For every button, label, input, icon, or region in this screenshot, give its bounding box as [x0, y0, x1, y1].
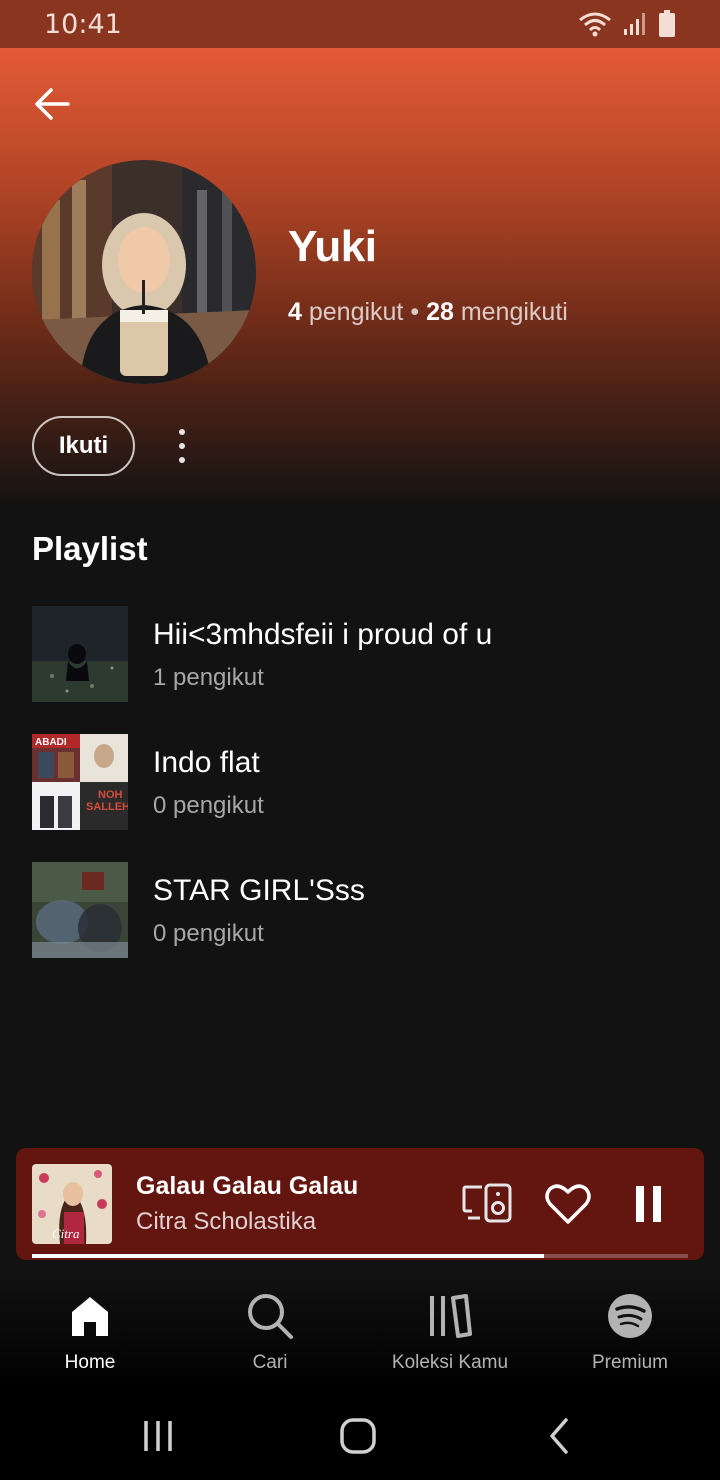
now-playing-artist: Citra Scholastika [136, 1208, 317, 1235]
like-button[interactable] [542, 1180, 594, 1228]
nav-label: Premium [591, 1352, 668, 1373]
playback-progress-bar [32, 1254, 688, 1258]
library-icon [426, 1292, 474, 1340]
home-system-button[interactable] [336, 1414, 380, 1458]
bottom-navigation: Home Cari Koleksi Kamu Premium [0, 1268, 720, 1392]
cover-text: Citra [52, 1226, 80, 1241]
follow-button[interactable]: Ikuti [32, 416, 135, 476]
home-icon [66, 1292, 114, 1340]
connect-device-button[interactable] [462, 1180, 514, 1228]
arrow-left-icon [35, 88, 70, 120]
playlist-title: Hii<3mhdsfeii i proud of u [153, 618, 493, 651]
svg-text:SALLEH: SALLEH [86, 801, 128, 813]
now-playing-title: Galau Galau Galau [136, 1172, 359, 1200]
more-options-button[interactable] [166, 424, 198, 468]
search-icon [246, 1292, 294, 1340]
playlist-item[interactable]: STAR GIRL'Sss 0 pengikut [32, 862, 688, 958]
chevron-left-icon [550, 1418, 568, 1454]
playlist-cover [32, 606, 128, 702]
battery-icon [659, 10, 675, 37]
signal-icon [624, 13, 645, 35]
section-title-playlist: Playlist [32, 530, 148, 567]
cover-text: NOH [98, 789, 123, 801]
more-dot-icon [179, 457, 185, 463]
profile-stats: 4 pengikut • 28 mengikuti [288, 298, 568, 327]
playlist-title: STAR GIRL'Sss [153, 874, 365, 907]
devices-icon [462, 1183, 512, 1223]
status-bar: 10:41 [0, 0, 720, 48]
following-label: mengikuti [460, 298, 568, 326]
followers-count: 4 [288, 298, 302, 326]
playlist-followers: 0 pengikut [153, 920, 264, 947]
home-circle-icon [340, 1418, 376, 1454]
playlist-title: Indo flat [153, 746, 260, 779]
spotify-icon [606, 1292, 654, 1340]
followers-label: pengikut [308, 298, 404, 326]
playlist-cover: ABADI NOH SALLEH [32, 734, 128, 830]
nav-home[interactable]: Home [0, 1268, 180, 1392]
pause-button[interactable] [624, 1180, 672, 1228]
playlist-item[interactable]: ABADI NOH SALLEH Indo flat 0 pengikut [32, 734, 688, 830]
recent-apps-button[interactable] [136, 1414, 180, 1458]
wifi-icon [579, 12, 611, 37]
playlist-item[interactable]: Hii<3mhdsfeii i proud of u 1 pengikut [32, 606, 688, 702]
cover-text: ABADI [35, 737, 67, 748]
more-dot-icon [179, 429, 185, 435]
following-count: 28 [426, 298, 454, 326]
nav-search[interactable]: Cari [180, 1268, 360, 1392]
nav-label: Koleksi Kamu [391, 1352, 509, 1373]
playback-progress-fill [32, 1254, 544, 1258]
avatar [32, 160, 256, 384]
pause-icon [636, 1186, 661, 1222]
status-icons [578, 10, 676, 38]
status-time: 10:41 [44, 8, 122, 40]
now-playing-cover: Citra [32, 1164, 112, 1244]
system-navigation-bar [0, 1392, 720, 1480]
heart-icon [545, 1184, 591, 1224]
playlist-followers: 1 pengikut [153, 664, 264, 691]
nav-label: Home [64, 1352, 116, 1373]
playlist-followers: 0 pengikut [153, 792, 264, 819]
stats-separator: • [410, 298, 420, 326]
playlist-cover [32, 862, 128, 958]
back-button[interactable] [28, 80, 76, 128]
nav-label: Cari [252, 1352, 288, 1373]
more-dot-icon [179, 443, 185, 449]
nav-premium[interactable]: Premium [540, 1268, 720, 1392]
mini-player[interactable]: Citra Galau Galau Galau Citra Scholastik… [16, 1148, 704, 1260]
nav-library[interactable]: Koleksi Kamu [360, 1268, 540, 1392]
profile-name: Yuki [288, 222, 377, 271]
recent-apps-icon [144, 1421, 172, 1451]
system-back-button[interactable] [538, 1414, 582, 1458]
